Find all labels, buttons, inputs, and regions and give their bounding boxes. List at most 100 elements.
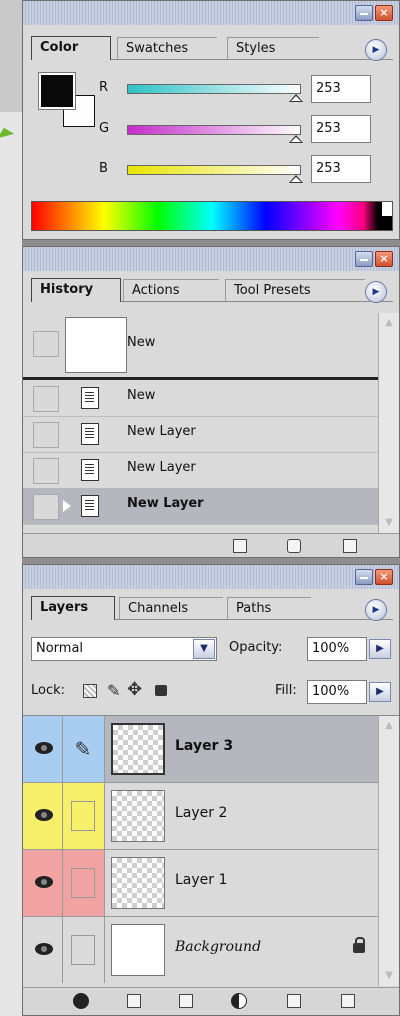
history-source-cell[interactable] <box>33 386 59 412</box>
scroll-up-icon[interactable]: ▲ <box>381 718 397 734</box>
slider-thumb-b[interactable] <box>289 175 303 183</box>
history-source-cell[interactable] <box>33 494 59 520</box>
eye-icon[interactable] <box>35 876 53 888</box>
panel-menu-icon[interactable]: ▶ <box>365 281 387 303</box>
mask-icon[interactable] <box>127 994 141 1008</box>
visibility-cell[interactable] <box>23 783 63 849</box>
panel-menu-icon[interactable]: ▶ <box>365 39 387 61</box>
new-document-icon[interactable] <box>233 539 247 553</box>
minimize-icon[interactable] <box>355 5 373 21</box>
brush-icon: ✎ <box>74 737 92 761</box>
panel-titlebar[interactable]: × <box>23 1 399 25</box>
tab-paths[interactable]: Paths <box>227 597 311 619</box>
tab-channels[interactable]: Channels <box>119 597 223 619</box>
opacity-input[interactable]: 100% <box>307 637 367 661</box>
link-cell[interactable] <box>63 850 105 916</box>
layer-thumbnail <box>111 723 165 775</box>
history-state-label: New Layer <box>127 424 196 439</box>
history-pointer-icon <box>63 500 71 512</box>
history-state[interactable]: New Layer <box>23 452 379 489</box>
tab-history[interactable]: History <box>31 278 121 302</box>
chevron-down-icon[interactable]: ▼ <box>193 639 215 659</box>
slider-thumb-r[interactable] <box>289 94 303 102</box>
visibility-cell[interactable] <box>23 850 63 916</box>
lock-icon <box>353 937 365 953</box>
trash-icon[interactable] <box>341 994 355 1008</box>
history-state[interactable]: New <box>23 380 379 417</box>
snapshot-thumbnail <box>65 317 127 373</box>
history-list: New New New Layer New Layer New Layer ▲ … <box>23 313 399 533</box>
color-spectrum-bar[interactable] <box>31 201 393 231</box>
panel-titlebar[interactable]: × <box>23 247 399 271</box>
lock-transparency-icon[interactable] <box>83 684 97 698</box>
opacity-arrow-icon[interactable]: ▶ <box>369 639 391 659</box>
new-layer-icon[interactable] <box>287 994 301 1008</box>
history-state-selected[interactable]: New Layer <box>23 488 379 525</box>
history-snapshot[interactable]: New <box>23 313 379 380</box>
slider-b[interactable] <box>127 165 301 175</box>
history-state-label: New Layer <box>127 496 204 511</box>
panel-titlebar[interactable]: × <box>23 565 399 589</box>
folder-icon[interactable] <box>179 994 193 1008</box>
eye-icon[interactable] <box>35 809 53 821</box>
close-icon[interactable]: × <box>375 5 393 21</box>
scroll-down-icon[interactable]: ▼ <box>381 515 397 531</box>
slider-label-r: R <box>99 80 109 95</box>
eye-icon[interactable] <box>35 742 53 754</box>
history-state[interactable]: New Layer <box>23 416 379 453</box>
layer-row[interactable]: Layer 1 <box>23 850 379 917</box>
trash-icon[interactable] <box>343 539 357 553</box>
scroll-down-icon[interactable]: ▼ <box>381 968 397 984</box>
tab-layers[interactable]: Layers <box>31 596 115 620</box>
history-source-brush-icon[interactable] <box>33 331 59 357</box>
lock-brush-icon[interactable]: ✎ <box>107 681 120 700</box>
history-state-icon <box>81 423 99 445</box>
tab-tool-presets[interactable]: Tool Presets <box>225 279 365 301</box>
layer-thumbnail <box>111 924 165 976</box>
link-box <box>71 801 95 831</box>
link-cell[interactable] <box>63 783 105 849</box>
value-input-r[interactable]: 253 <box>311 75 371 103</box>
panel-menu-icon[interactable]: ▶ <box>365 599 387 621</box>
close-icon[interactable]: × <box>375 569 393 585</box>
visibility-cell[interactable] <box>23 716 63 782</box>
adjustment-icon[interactable] <box>231 993 247 1009</box>
fill-input[interactable]: 100% <box>307 680 367 704</box>
layer-thumbnail <box>111 790 165 842</box>
lock-label: Lock: <box>31 683 66 698</box>
tab-color[interactable]: Color <box>31 36 111 60</box>
slider-thumb-g[interactable] <box>289 135 303 143</box>
minimize-icon[interactable] <box>355 251 373 267</box>
value-input-g[interactable]: 253 <box>311 115 371 143</box>
foreground-color-swatch[interactable] <box>38 72 76 110</box>
desktop-backdrop <box>0 0 22 1016</box>
close-icon[interactable]: × <box>375 251 393 267</box>
lock-all-icon[interactable] <box>155 685 167 696</box>
minimize-icon[interactable] <box>355 569 373 585</box>
tab-actions[interactable]: Actions <box>123 279 219 301</box>
layer-row[interactable]: Layer 2 <box>23 783 379 850</box>
eye-icon[interactable] <box>35 943 53 955</box>
layer-row[interactable]: ✎ Layer 3 <box>23 716 379 783</box>
layer-row[interactable]: Background <box>23 917 379 983</box>
history-source-cell[interactable] <box>33 458 59 484</box>
visibility-cell[interactable] <box>23 917 63 983</box>
link-cell[interactable]: ✎ <box>63 716 105 782</box>
history-source-cell[interactable] <box>33 422 59 448</box>
slider-r[interactable] <box>127 84 301 94</box>
history-state-label: New <box>127 388 156 403</box>
history-scrollbar[interactable]: ▲ ▼ <box>378 313 399 533</box>
blend-mode-select[interactable]: Normal <box>31 637 217 661</box>
lock-move-icon[interactable]: ✥ <box>127 679 142 700</box>
value-input-b[interactable]: 253 <box>311 155 371 183</box>
layer-style-icon[interactable] <box>73 993 89 1009</box>
opacity-label: Opacity: <box>229 640 283 655</box>
tab-swatches[interactable]: Swatches <box>117 37 217 59</box>
link-cell[interactable] <box>63 917 105 983</box>
fill-arrow-icon[interactable]: ▶ <box>369 682 391 702</box>
slider-g[interactable] <box>127 125 301 135</box>
scroll-up-icon[interactable]: ▲ <box>381 315 397 331</box>
camera-icon[interactable] <box>287 539 301 553</box>
layers-scrollbar[interactable]: ▲ ▼ <box>378 716 399 986</box>
tab-styles[interactable]: Styles <box>227 37 319 59</box>
